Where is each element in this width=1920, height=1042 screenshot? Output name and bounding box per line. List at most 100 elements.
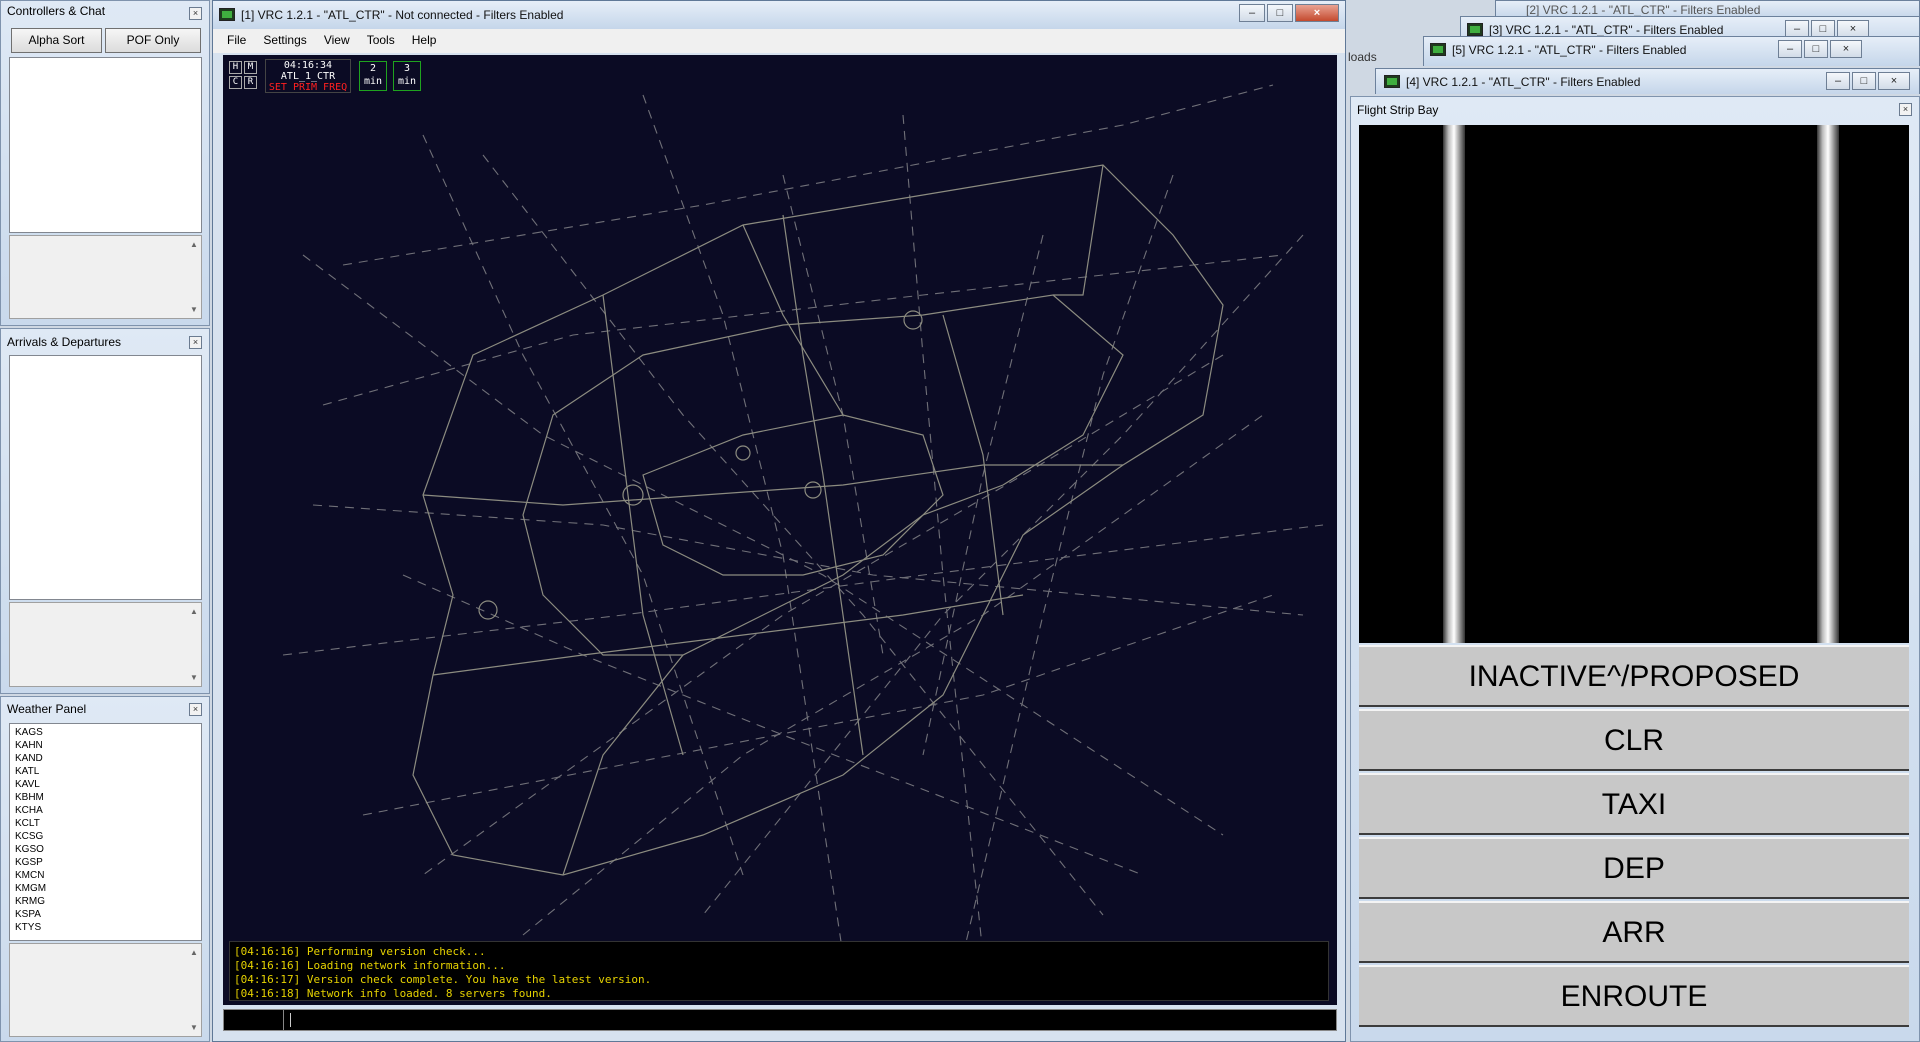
scroll-up-icon[interactable]: ▲ xyxy=(189,607,199,616)
controllers-chat-title: Controllers & Chat xyxy=(7,4,106,18)
close-icon[interactable]: × xyxy=(189,336,202,349)
weather-panel: Weather Panel × KAGS KAHN KAND KATL KAVL… xyxy=(0,696,210,1042)
timer-unit: min xyxy=(397,76,417,87)
message-area[interactable]: [04:16:16] Performing version check... [… xyxy=(229,941,1329,1001)
bay-dep-button[interactable]: DEP xyxy=(1359,837,1909,899)
window-title: [4] VRC 1.2.1 - "ATL_CTR" - Filters Enab… xyxy=(1406,75,1641,89)
close-icon[interactable]: × xyxy=(1899,103,1912,116)
minimize-button[interactable]: – xyxy=(1778,40,1802,58)
app-icon xyxy=(1467,23,1483,36)
window-title: [1] VRC 1.2.1 - "ATL_CTR" - Not connecte… xyxy=(241,8,564,22)
list-item[interactable]: KTYS xyxy=(15,921,196,934)
list-item[interactable]: KMCN xyxy=(15,869,196,882)
arrivals-departures-title: Arrivals & Departures xyxy=(7,335,122,349)
list-item[interactable]: KBHM xyxy=(15,791,196,804)
list-item[interactable]: KRMG xyxy=(15,895,196,908)
close-icon[interactable]: × xyxy=(189,703,202,716)
weather-airport-list[interactable]: KAGS KAHN KAND KATL KAVL KBHM KCHA KCLT … xyxy=(9,723,202,941)
sector-boundaries xyxy=(412,164,1224,876)
hud-clock-box[interactable]: 04:16:34 ATL_1_CTR SET PRIM FREQ xyxy=(265,59,351,93)
scroll-down-icon[interactable]: ▼ xyxy=(189,305,199,314)
list-item[interactable]: KMGM xyxy=(15,882,196,895)
list-item[interactable]: KSPA xyxy=(15,908,196,921)
menu-file[interactable]: File xyxy=(227,33,246,47)
scroll-down-icon[interactable]: ▼ xyxy=(189,1023,199,1032)
background-window-5[interactable]: [5] VRC 1.2.1 - "ATL_CTR" - Filters Enab… xyxy=(1423,36,1920,66)
menu-view[interactable]: View xyxy=(324,33,350,47)
timer-value: 2 xyxy=(369,63,377,74)
strip-bay-area[interactable] xyxy=(1359,125,1909,643)
window-title: [2] VRC 1.2.1 - "ATL_CTR" - Filters Enab… xyxy=(1526,3,1761,17)
hud-buttons: H M C R xyxy=(229,61,259,91)
maximize-button[interactable]: □ xyxy=(1852,72,1876,90)
hud-m-button[interactable]: M xyxy=(244,61,257,74)
scroll-up-icon[interactable]: ▲ xyxy=(189,240,199,249)
menu-tools[interactable]: Tools xyxy=(367,33,395,47)
message-line: [04:16:16] Performing version check... xyxy=(234,945,486,958)
list-item[interactable]: KATL xyxy=(15,765,196,778)
minimize-button[interactable]: – xyxy=(1239,4,1265,22)
message-line: [04:16:18] Network info loaded. 8 server… xyxy=(234,987,552,1000)
main-window-titlebar[interactable]: [1] VRC 1.2.1 - "ATL_CTR" - Not connecte… xyxy=(213,1,1345,29)
chat-box[interactable]: ▲ ▼ xyxy=(9,235,202,319)
hud-callsign: ATL_1_CTR xyxy=(280,71,336,82)
list-item[interactable]: KAGS xyxy=(15,726,196,739)
weather-panel-title: Weather Panel xyxy=(7,702,87,716)
scroll-down-icon[interactable]: ▼ xyxy=(189,673,199,682)
timer-value: 3 xyxy=(403,63,411,74)
list-item[interactable]: KAND xyxy=(15,752,196,765)
bay-selector: INACTIVE^/PROPOSED CLR TAXI DEP ARR ENRO… xyxy=(1359,645,1909,1029)
controllers-list[interactable] xyxy=(9,57,202,233)
list-item[interactable]: KGSP xyxy=(15,856,196,869)
maximize-button[interactable]: □ xyxy=(1804,40,1828,58)
message-line: [04:16:16] Loading network information..… xyxy=(234,959,506,972)
message-line: [04:16:17] Version check complete. You h… xyxy=(234,973,652,986)
menu-settings[interactable]: Settings xyxy=(263,33,306,47)
app-icon xyxy=(1430,43,1446,56)
arrivals-departures-panel: Arrivals & Departures × ▲ ▼ xyxy=(0,328,210,694)
weather-detail-box[interactable]: ▲ ▼ xyxy=(9,943,202,1037)
close-icon[interactable]: × xyxy=(189,7,202,20)
bay-arr-button[interactable]: ARR xyxy=(1359,901,1909,963)
flight-strip-bay-window: Flight Strip Bay × INACTIVE^/PROPOSED CL… xyxy=(1350,96,1920,1042)
arrivals-list[interactable] xyxy=(9,355,202,600)
maximize-button[interactable]: □ xyxy=(1267,4,1293,22)
hud-freq-warning: SET PRIM FREQ xyxy=(268,82,348,93)
close-button[interactable]: × xyxy=(1295,4,1339,22)
hud-h-button[interactable]: H xyxy=(229,61,242,74)
background-window-4[interactable]: [4] VRC 1.2.1 - "ATL_CTR" - Filters Enab… xyxy=(1375,68,1920,94)
bay-enroute-button[interactable]: ENROUTE xyxy=(1359,965,1909,1027)
main-vrc-window: [1] VRC 1.2.1 - "ATL_CTR" - Not connecte… xyxy=(212,0,1346,1042)
minimize-button[interactable]: – xyxy=(1826,72,1850,90)
text-cursor xyxy=(290,1013,291,1027)
window-title: [5] VRC 1.2.1 - "ATL_CTR" - Filters Enab… xyxy=(1452,43,1687,57)
background-window-fragment: loads xyxy=(1348,50,1377,64)
hud-timer-1[interactable]: 2 min xyxy=(359,61,387,91)
list-item[interactable]: KCHA xyxy=(15,804,196,817)
pof-only-button[interactable]: POF Only xyxy=(105,28,201,53)
list-item[interactable]: KCSG xyxy=(15,830,196,843)
scroll-up-icon[interactable]: ▲ xyxy=(189,948,199,957)
arrivals-info-box[interactable]: ▲ ▼ xyxy=(9,602,202,687)
strip-rail-right xyxy=(1817,125,1839,643)
bay-taxi-button[interactable]: TAXI xyxy=(1359,773,1909,835)
flight-strip-bay-title: Flight Strip Bay xyxy=(1357,103,1439,117)
bay-clr-button[interactable]: CLR xyxy=(1359,709,1909,771)
list-item[interactable]: KAHN xyxy=(15,739,196,752)
command-prefix-box xyxy=(224,1010,284,1030)
bay-inactive-proposed-button[interactable]: INACTIVE^/PROPOSED xyxy=(1359,645,1909,707)
alpha-sort-button[interactable]: Alpha Sort xyxy=(11,28,102,53)
list-item[interactable]: KCLT xyxy=(15,817,196,830)
radar-scope[interactable]: H M C R 04:16:34 ATL_1_CTR SET PRIM FREQ… xyxy=(223,55,1337,1005)
list-item[interactable]: KGSO xyxy=(15,843,196,856)
close-button[interactable]: × xyxy=(1830,40,1862,58)
command-line-input[interactable] xyxy=(223,1009,1337,1031)
hud-timer-2[interactable]: 3 min xyxy=(393,61,421,91)
list-item[interactable]: KAVL xyxy=(15,778,196,791)
menu-bar: File Settings View Tools Help xyxy=(213,29,1345,53)
app-icon xyxy=(1384,75,1400,88)
hud-c-button[interactable]: C xyxy=(229,76,242,89)
hud-r-button[interactable]: R xyxy=(244,76,257,89)
menu-help[interactable]: Help xyxy=(412,33,437,47)
close-button[interactable]: × xyxy=(1878,72,1910,90)
